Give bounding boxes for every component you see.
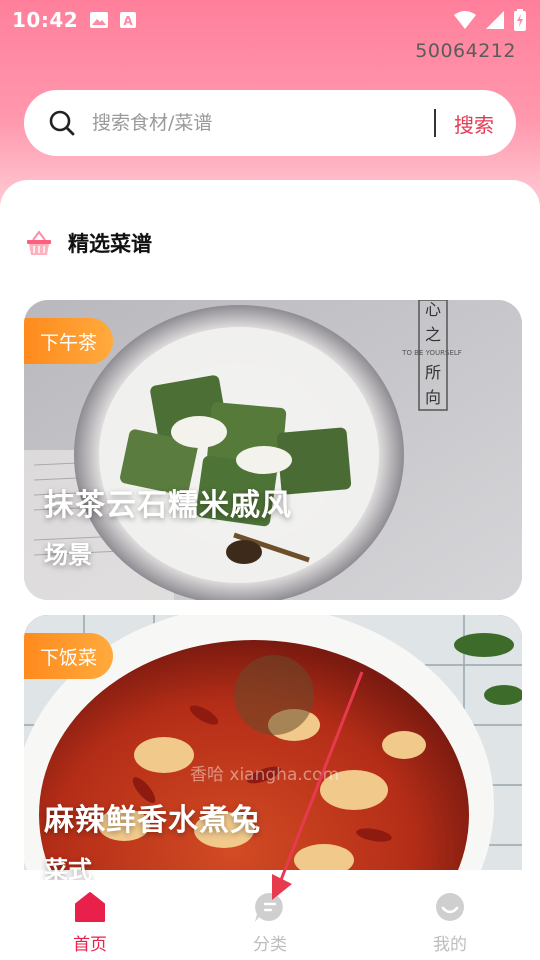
status-left: 10:42 A	[12, 8, 137, 32]
svg-text:A: A	[124, 14, 134, 28]
search-bar: 搜索	[24, 90, 516, 156]
signal-icon	[486, 11, 504, 29]
tab-home[interactable]: 首页	[30, 890, 150, 955]
image-text-suo: 所	[425, 363, 441, 382]
recipe-tag: 下饭菜	[24, 633, 114, 679]
search-input[interactable]	[92, 112, 426, 134]
a-notification-icon: A	[120, 12, 137, 28]
user-id: 50064212	[415, 40, 516, 62]
image-icon	[90, 12, 109, 28]
image-text-zhi: 之	[425, 325, 441, 344]
search-divider	[434, 109, 436, 137]
category-chat-icon	[253, 890, 287, 924]
tab-category[interactable]: 分类	[210, 890, 330, 955]
search-button[interactable]: 搜索	[454, 109, 494, 138]
tab-label: 首页	[73, 935, 107, 955]
recipe-title: 麻辣鲜香水煮兔	[44, 803, 261, 838]
recipe-subtitle: 场景	[44, 541, 92, 569]
image-text-tagline: TO BE YOURSELF	[401, 349, 462, 357]
tab-label: 我的	[433, 935, 467, 955]
watermark: 香哈 xiangha.com	[190, 765, 340, 785]
recipe-card-spicy-rabbit[interactable]: 下饭菜 麻辣鲜香水煮兔 菜式	[24, 615, 522, 880]
status-bar: 10:42 A	[0, 0, 540, 40]
wifi-icon	[454, 11, 476, 29]
section-title: 精选菜谱	[68, 232, 152, 256]
section-header: 精选菜谱	[24, 228, 152, 258]
recipe-tag: 下午茶	[24, 318, 114, 364]
profile-smile-icon	[433, 890, 467, 924]
home-icon	[73, 890, 107, 924]
recipe-subtitle: 菜式	[44, 856, 92, 880]
search-icon[interactable]	[48, 109, 76, 137]
basket-icon	[24, 228, 54, 258]
recipe-title: 抹茶云石糯米戚风	[44, 488, 292, 523]
bottom-tab-bar: 首页 分类 我的	[0, 870, 540, 960]
tab-label: 分类	[253, 935, 287, 955]
status-time: 10:42	[12, 8, 79, 32]
recipe-card-matcha-chiffon[interactable]: 心 之 所 向 TO BE YOURSELF 下午茶 抹茶云石糯米戚风 场景	[24, 300, 522, 600]
tab-profile[interactable]: 我的	[390, 890, 510, 955]
image-text-xin: 心	[425, 300, 441, 319]
image-text-xiang: 向	[425, 388, 441, 407]
battery-icon	[514, 9, 526, 31]
status-right	[454, 9, 526, 31]
